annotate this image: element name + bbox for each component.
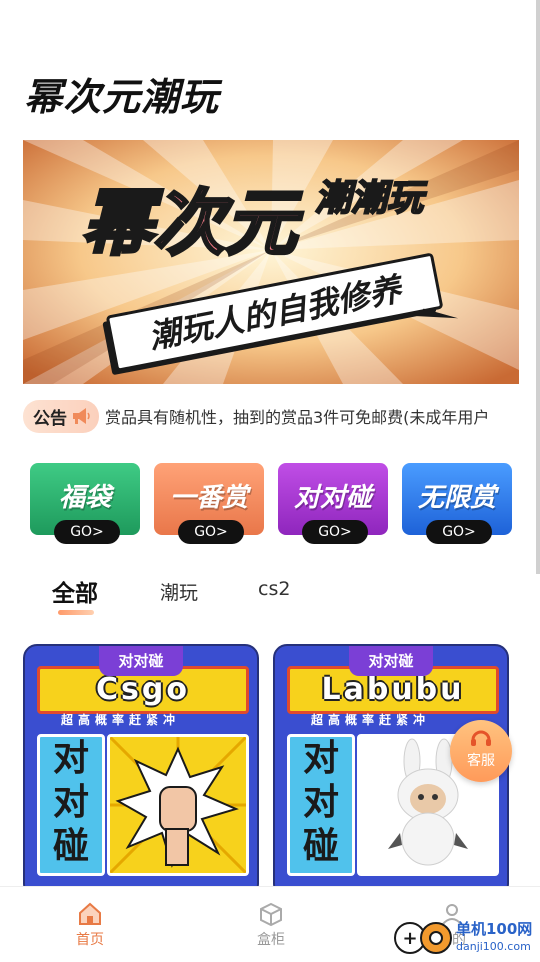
category-yifanshang[interactable]: 一番赏 GO>: [154, 463, 264, 544]
banner-title: 幂次元: [81, 181, 303, 265]
megaphone-icon: [73, 408, 90, 424]
tab-chaowan[interactable]: 潮玩: [160, 578, 198, 605]
product-badge: 对对碰: [99, 646, 183, 676]
watermark: + 单机100网 danji100.com: [392, 912, 540, 958]
product-slogan: 超高概率赶紧冲: [61, 713, 181, 727]
watermark-url: danji100.com: [456, 940, 531, 953]
customer-service-button[interactable]: 客服: [450, 720, 512, 782]
banner[interactable]: 幂次元 潮潮玩 潮玩人的自我修养: [23, 140, 519, 384]
nav-home[interactable]: 首页: [60, 901, 120, 949]
category-duiduipeng[interactable]: 对对碰 GO>: [278, 463, 388, 544]
product-card[interactable]: 对对碰 Csgo 超高概率赶紧冲 对对碰: [23, 644, 259, 898]
page-title: 幂次元潮玩: [24, 75, 220, 119]
category-fudai[interactable]: 福袋 GO>: [30, 463, 140, 544]
go-button[interactable]: GO>: [54, 520, 120, 544]
category-label: 一番赏: [169, 483, 248, 513]
product-badge: 对对碰: [349, 646, 433, 676]
product-image: [107, 734, 249, 876]
tab-bar: 全部 潮玩 cs2: [52, 570, 452, 620]
go-button[interactable]: GO>: [302, 520, 368, 544]
nav-box-label: 盒柜: [257, 932, 285, 948]
box-icon: [260, 902, 282, 927]
tab-active-indicator: [58, 610, 94, 615]
product-side-label: 对对碰: [37, 734, 105, 876]
nav-home-label: 首页: [76, 932, 104, 948]
category-label: 福袋: [58, 483, 111, 513]
home-icon: [79, 902, 101, 925]
notice-badge: 公告: [23, 399, 99, 433]
product-slogan: 超高概率赶紧冲: [311, 713, 431, 727]
watermark-text: 单机100网: [456, 920, 532, 938]
notice-bar[interactable]: 公告 赏品具有随机性，抽到的赏品3件可免邮费(未成年用户: [23, 399, 515, 433]
notice-badge-label: 公告: [33, 408, 67, 429]
headset-icon: [471, 730, 491, 746]
svg-text:+: +: [402, 928, 417, 949]
customer-service-label: 客服: [467, 753, 495, 769]
banner-subtitle: 潮潮玩: [315, 178, 428, 219]
tab-all[interactable]: 全部: [52, 574, 98, 608]
tab-cs2[interactable]: cs2: [258, 578, 290, 600]
category-row: 福袋 GO> 一番赏 GO> 对对碰 GO> 无限赏 GO>: [30, 463, 512, 547]
category-label: 对对碰: [293, 483, 372, 513]
notice-text: 赏品具有随机性，抽到的赏品3件可免邮费(未成年用户: [105, 408, 490, 427]
category-wuxianshang[interactable]: 无限赏 GO>: [402, 463, 512, 544]
go-button[interactable]: GO>: [178, 520, 244, 544]
nav-box[interactable]: 盒柜: [241, 901, 301, 949]
product-side-label: 对对碰: [287, 734, 355, 876]
category-label: 无限赏: [417, 483, 496, 513]
go-button[interactable]: GO>: [426, 520, 492, 544]
scrollbar[interactable]: [536, 0, 540, 574]
